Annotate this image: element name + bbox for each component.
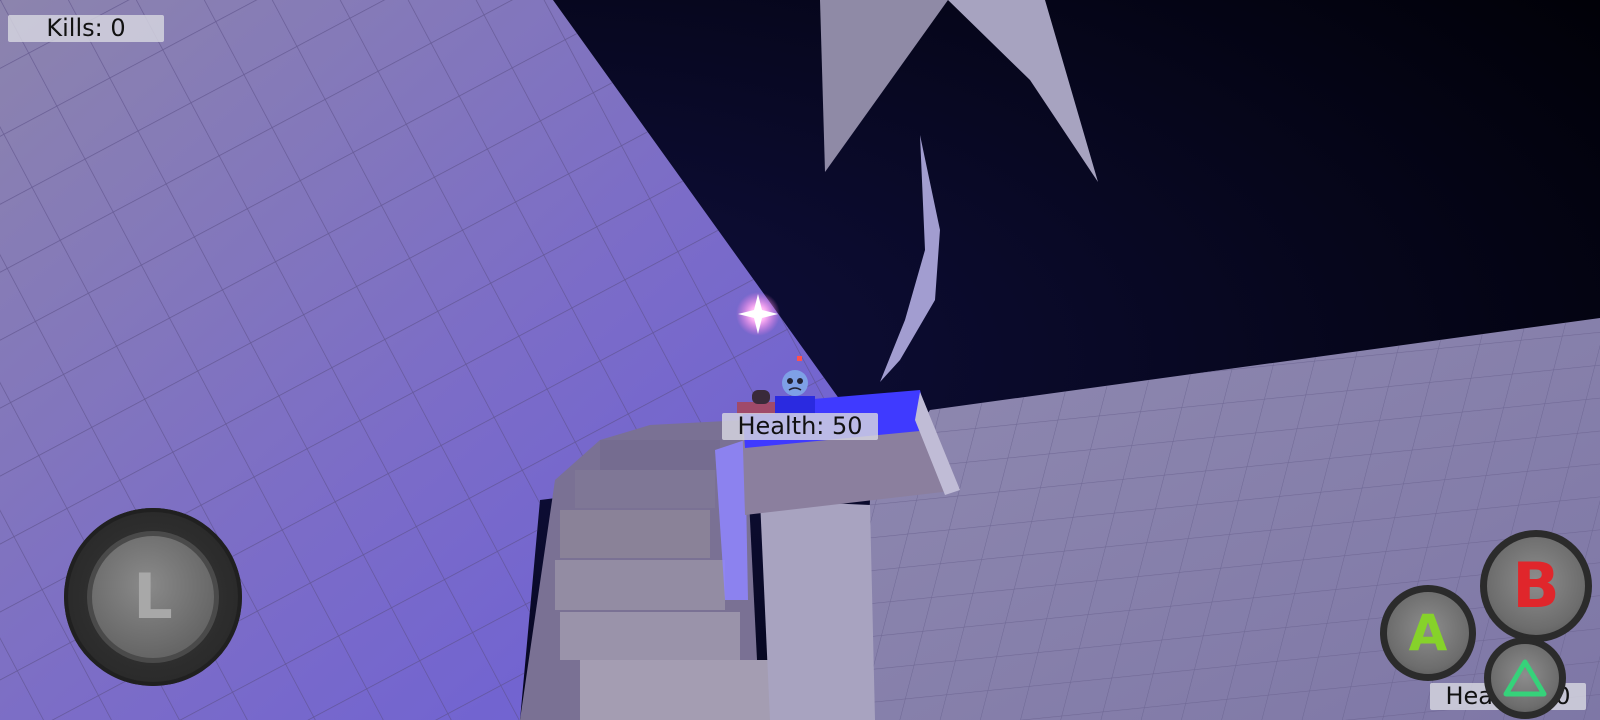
joystick-knob[interactable]: L [87, 531, 219, 663]
a-button[interactable]: A [1380, 585, 1476, 681]
movement-joystick[interactable]: L [64, 508, 242, 686]
a-button-label: A [1408, 604, 1448, 662]
joystick-label: L [133, 560, 173, 633]
triangle-button[interactable] [1484, 637, 1566, 719]
triangle-icon [1503, 659, 1547, 697]
sparkle-effect [736, 292, 780, 336]
b-button[interactable]: B [1480, 530, 1592, 642]
b-button-label: B [1512, 549, 1560, 622]
kills-counter: Kills: 0 [8, 15, 164, 42]
enemy-health-label: Health: 50 [722, 413, 878, 440]
